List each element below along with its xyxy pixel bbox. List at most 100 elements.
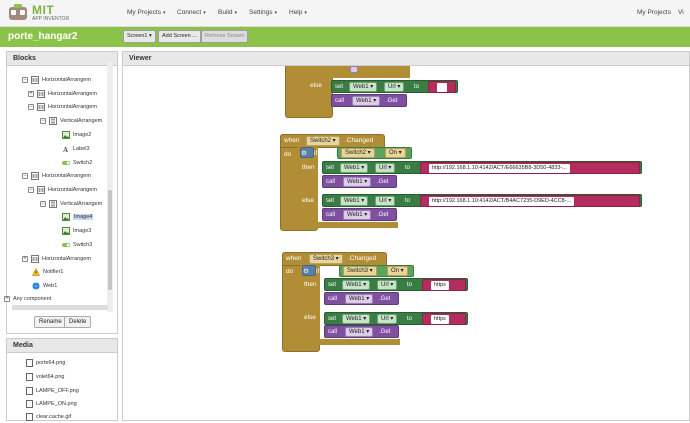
media-file[interactable]: porte64.png [26, 357, 65, 369]
menu-view-gallery[interactable]: Vi [678, 9, 684, 16]
tree-item-label: Switch3 [73, 242, 93, 248]
chevron-down-icon: ▾ [203, 10, 206, 16]
set-url-else[interactable]: set Web1 ▾ Url ▾ to http://192.168.1.10:… [322, 194, 642, 207]
tree-item-h-arrangement[interactable]: − HorizontalArrangem [28, 184, 97, 196]
tree-item-label: Web1 [43, 283, 58, 289]
expand-icon[interactable]: + [4, 295, 10, 302]
blocks-hscroll[interactable] [12, 305, 108, 310]
url-dropdown[interactable]: Url ▾ [384, 82, 405, 92]
web1-dropdown[interactable]: Web1 ▾ [349, 82, 378, 92]
if-footer [300, 339, 400, 345]
blocks-scroll-thumb[interactable] [108, 190, 112, 290]
switch2-on-dropdown[interactable]: Switch2 ▾ [341, 148, 375, 158]
tree-item-switch[interactable]: Switch3 [62, 239, 92, 251]
add-screen-button[interactable]: Add Screen ... [158, 30, 201, 43]
switch2-dropdown[interactable]: Switch2 ▾ [306, 136, 340, 146]
gear-icon: ⚙ [301, 150, 307, 157]
collapse-icon[interactable]: − [40, 117, 46, 124]
url-dropdown[interactable]: Url ▾ [375, 196, 396, 206]
menu-my-projects[interactable]: My Projects ▾ [127, 9, 165, 16]
tree-item-v-arrangement[interactable]: − VerticalArrangem [40, 115, 102, 127]
url-dropdown[interactable]: Url ▾ [375, 163, 396, 173]
call-get-then[interactable]: call Web1 ▾ .Get [322, 175, 397, 188]
horizontal-arrangement-icon [31, 75, 39, 84]
tree-item-any-component[interactable]: + Any component [4, 293, 51, 305]
web1-dropdown[interactable]: Web1 ▾ [342, 280, 371, 290]
set-url-block[interactable]: set Web1 ▾ Url ▾ to [331, 80, 458, 93]
horizontal-arrangement-icon [31, 254, 39, 263]
event-block-partial[interactable] [285, 66, 333, 118]
delete-button[interactable]: Delete [64, 316, 92, 328]
media-file[interactable]: LAMPE_OFF.png [26, 385, 79, 397]
tree-item-label[interactable]: A Label3 [62, 143, 90, 155]
tree-item-h-arrangement[interactable]: − HorizontalArrangem [22, 74, 91, 86]
then-label: then [302, 164, 315, 171]
url-string-block[interactable]: http://192.168.1.10:4142/ACT/B4AC7235-D9… [420, 195, 640, 207]
equals-block[interactable]: Switch3 ▾ On ▾ [339, 265, 414, 277]
if-block-partial[interactable] [330, 66, 410, 78]
web1-dropdown[interactable]: Web1 ▾ [345, 294, 374, 304]
tree-item-h-arrangement[interactable]: − HorizontalArrangem [28, 101, 97, 113]
url-string-block[interactable]: https [422, 279, 466, 291]
menu-settings[interactable]: Settings ▾ [249, 9, 277, 16]
screen-select-button[interactable]: Screen1 ▾ [123, 30, 156, 43]
equals-block[interactable]: Switch2 ▾ On ▾ [337, 147, 412, 159]
url-dropdown[interactable]: Url ▾ [377, 314, 398, 324]
web1-dropdown[interactable]: Web1 ▾ [343, 177, 372, 187]
tree-item-h-arrangement[interactable]: + HorizontalArrangem [22, 253, 91, 265]
url-string-block[interactable]: http://192.168.1.10:4142/ACT/E66635B8-3D… [420, 162, 640, 174]
web1-dropdown[interactable]: Web1 ▾ [342, 314, 371, 324]
tree-item-notifier[interactable]: Notifier1 [32, 266, 63, 278]
media-file[interactable]: LAMPE_ON.png [26, 398, 77, 410]
app-inventor-logo[interactable]: MIT APP INVENTOR [8, 3, 69, 25]
switch3-on-dropdown[interactable]: Switch3 ▾ [343, 266, 377, 276]
web1-dropdown[interactable]: Web1 ▾ [340, 196, 369, 206]
expand-icon[interactable]: + [22, 255, 28, 262]
tree-item-web[interactable]: Web1 [32, 280, 57, 292]
web1-dropdown[interactable]: Web1 ▾ [343, 210, 372, 220]
web1-dropdown[interactable]: Web1 ▾ [352, 96, 381, 106]
menu-help[interactable]: Help ▾ [289, 9, 307, 16]
collapse-icon[interactable]: − [40, 200, 46, 207]
rename-button[interactable]: Rename [34, 316, 67, 328]
call-get-then[interactable]: call Web1 ▾ .Get [324, 292, 399, 305]
tree-item-label: HorizontalArrangem [42, 256, 91, 262]
call-get-block[interactable]: call Web1 ▾ .Get [331, 94, 407, 107]
tree-item-h-arrangement[interactable]: − HorizontalArrangem [22, 170, 91, 182]
url-dropdown[interactable]: Url ▾ [377, 280, 398, 290]
menu-build[interactable]: Build ▾ [218, 9, 237, 16]
tree-item-label: HorizontalArrangem [48, 91, 97, 97]
collapse-icon[interactable]: − [28, 186, 34, 193]
collapse-icon[interactable]: − [28, 103, 34, 110]
media-file[interactable]: volet64.png [26, 371, 64, 383]
changed-label: .Changed [348, 255, 377, 262]
switch3-dropdown[interactable]: Switch3 ▾ [309, 254, 343, 264]
changed-label: .Changed [345, 137, 374, 144]
tree-item-image[interactable]: Image4 [62, 211, 94, 223]
chevron-down-icon: ▾ [274, 10, 278, 16]
project-toolbar: porte_hangar2 Screen1 ▾ Add Screen ... R… [0, 27, 690, 47]
remove-screen-button[interactable]: Remove Screen [201, 30, 249, 43]
call-get-else[interactable]: call Web1 ▾ .Get [322, 208, 397, 221]
call-get-else[interactable]: call Web1 ▾ .Get [324, 325, 399, 338]
set-url-then[interactable]: set Web1 ▾ Url ▾ to https [324, 278, 468, 291]
collapse-icon[interactable]: − [22, 76, 28, 83]
tree-item-h-arrangement[interactable]: + HorizontalArrangem [28, 88, 97, 100]
menu-connect[interactable]: Connect ▾ [177, 9, 206, 16]
menu-my-projects-right[interactable]: My Projects [637, 9, 671, 16]
web1-dropdown[interactable]: Web1 ▾ [345, 327, 374, 337]
set-url-else[interactable]: set Web1 ▾ Url ▾ to https [324, 312, 468, 325]
expand-icon[interactable]: + [28, 90, 34, 97]
collapse-icon[interactable]: − [22, 172, 28, 179]
tree-item-label: HorizontalArrangem [42, 77, 91, 83]
tree-item-switch[interactable]: Switch2 [62, 157, 92, 169]
tree-item-v-arrangement[interactable]: − VerticalArrangem [40, 198, 102, 210]
set-url-then[interactable]: set Web1 ▾ Url ▾ to http://192.168.1.10:… [322, 161, 642, 174]
empty-string-block[interactable] [428, 81, 456, 93]
tree-item-image[interactable]: Image2 [62, 129, 91, 141]
media-file[interactable]: clear.cache.gif [26, 411, 71, 423]
tree-item-image[interactable]: Image3 [62, 225, 91, 237]
image-file-icon [26, 358, 33, 367]
url-string-block[interactable]: https [422, 313, 466, 325]
web1-dropdown[interactable]: Web1 ▾ [340, 163, 369, 173]
